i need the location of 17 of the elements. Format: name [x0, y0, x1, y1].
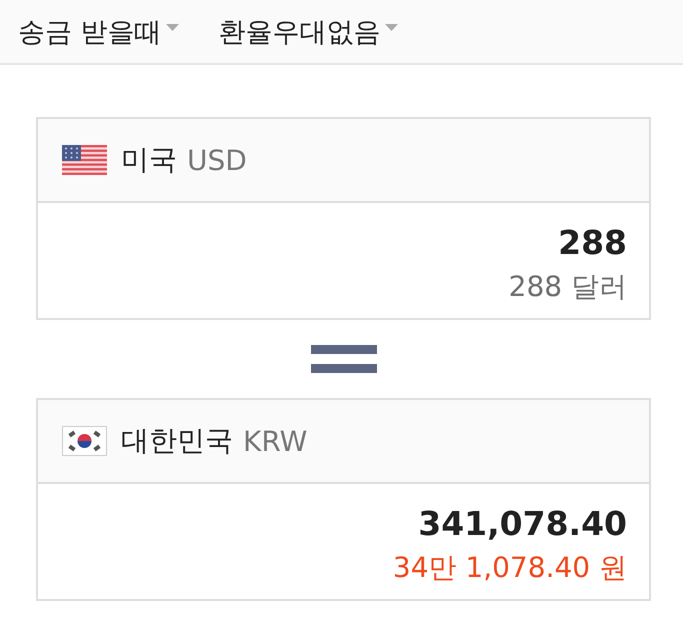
caret-icon — [166, 24, 179, 31]
caret-icon — [384, 24, 398, 31]
flag-icon — [62, 145, 107, 175]
currency-code: USD — [187, 144, 247, 176]
equals-icon — [310, 345, 376, 373]
currency-selector[interactable]: 미국 USD — [38, 119, 649, 203]
filter-dropdown[interactable]: 환율우대없음 — [218, 14, 398, 50]
country-name: 미국 — [121, 142, 177, 178]
amount-value[interactable]: 341,078.40 — [418, 504, 627, 543]
country-name: 대한민국 — [121, 423, 233, 459]
filter-dropdown[interactable]: 송금 받을때 — [18, 14, 179, 50]
currency-code: KRW — [243, 424, 308, 458]
amount-value[interactable]: 288 — [558, 223, 627, 262]
amount-in-words: 34만 1,078.40 원 — [392, 550, 627, 586]
flag-icon — [62, 426, 107, 456]
currency-selector[interactable]: 대한민국 KRW — [38, 400, 649, 484]
amount-in-words: 288 달러 — [508, 269, 627, 305]
